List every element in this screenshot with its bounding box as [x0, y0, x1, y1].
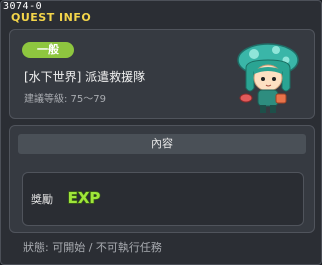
quest-name: [水下世界] 派遣救援隊 [24, 70, 146, 84]
quest-recommended-level: 建議等級: 75〜79 [24, 94, 106, 105]
quest-info-window: 3074-0 QUEST INFO 一般 [水下世界] 派遣救援隊 建議等級: … [0, 0, 322, 265]
quest-content-panel: 內容 獎勵 EXP [9, 125, 315, 233]
reward-box: 獎勵 EXP [22, 172, 304, 226]
quest-category-badge: 一般 [22, 42, 74, 58]
exp-icon: EXP [67, 188, 101, 207]
content-section-header: 內容 [18, 134, 306, 154]
npc-portrait-icon [237, 43, 299, 113]
window-title: QUEST INFO [11, 11, 92, 24]
reward-label: 獎勵 [31, 193, 53, 206]
quest-summary-panel: 一般 [水下世界] 派遣救援隊 建議等級: 75〜79 [9, 29, 315, 119]
svg-text:EXP: EXP [68, 189, 101, 207]
quest-status-text: 狀態: 可開始 / 不可執行任務 [23, 241, 162, 254]
